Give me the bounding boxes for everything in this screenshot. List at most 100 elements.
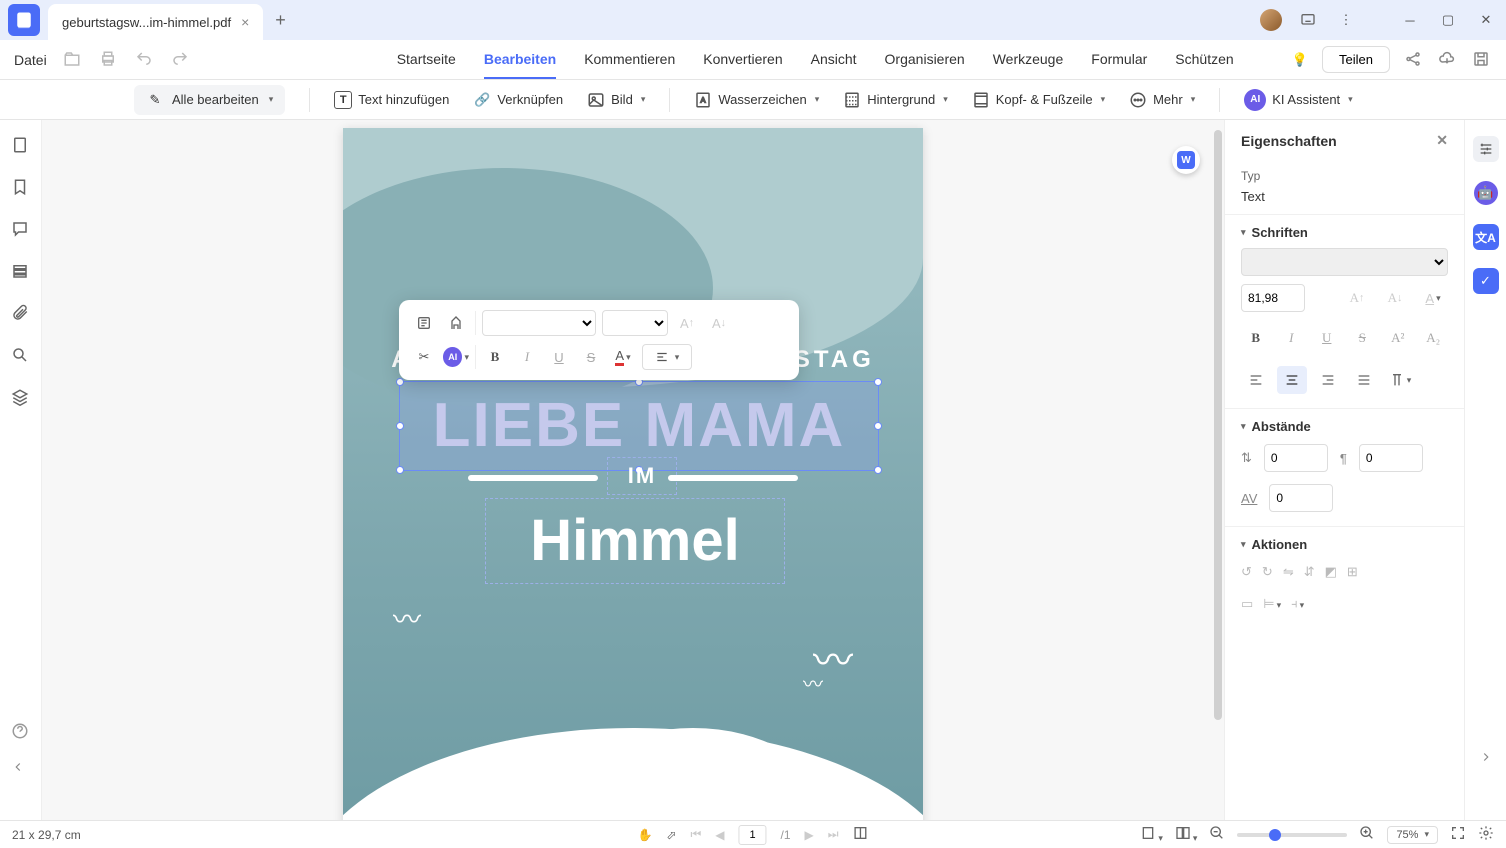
print-icon[interactable] bbox=[99, 50, 119, 70]
strikethrough-icon[interactable]: S bbox=[578, 344, 604, 370]
collapse-right-icon[interactable] bbox=[1473, 744, 1499, 770]
view-mode-icon[interactable]: ▾ bbox=[1175, 825, 1198, 844]
next-page-icon[interactable]: ▶ bbox=[805, 828, 814, 842]
underline-button[interactable]: U bbox=[1312, 324, 1342, 352]
header-footer-button[interactable]: Kopf- & Fußzeile▾ bbox=[972, 91, 1105, 109]
share-link-icon[interactable] bbox=[1404, 50, 1424, 70]
decrease-font-icon[interactable]: A↓ bbox=[706, 310, 732, 336]
edit-all-button[interactable]: ✎ Alle bearbeiten ▾ bbox=[134, 85, 285, 115]
open-icon[interactable] bbox=[63, 50, 83, 70]
font-size-select[interactable] bbox=[602, 310, 668, 336]
document-page[interactable]: 〰 〰 〰 ALLES GUTE ZUM GEBURTSTAG LIEBE MA… bbox=[343, 128, 923, 820]
reading-mode-icon[interactable] bbox=[853, 825, 869, 844]
align-center-button[interactable] bbox=[1277, 366, 1307, 394]
bold-icon[interactable]: B bbox=[482, 344, 508, 370]
align-obj-icon[interactable]: ⊨▾ bbox=[1263, 596, 1281, 612]
text-direction-button[interactable]: ▾ bbox=[1385, 366, 1415, 394]
properties-icon[interactable] bbox=[411, 310, 437, 336]
tab-organize[interactable]: Organisieren bbox=[885, 41, 965, 79]
properties-toggle-icon[interactable] bbox=[1473, 136, 1499, 162]
help-icon[interactable] bbox=[11, 722, 31, 742]
watermark-button[interactable]: A Wasserzeichen▾ bbox=[694, 91, 819, 109]
kebab-menu-icon[interactable]: ⋮ bbox=[1334, 8, 1358, 32]
tab-convert[interactable]: Konvertieren bbox=[703, 41, 782, 79]
zoom-select[interactable]: 75%▾ bbox=[1387, 826, 1438, 844]
background-button[interactable]: Hintergrund▾ bbox=[843, 91, 947, 109]
file-menu[interactable]: Datei bbox=[14, 52, 47, 68]
share-button[interactable]: Teilen bbox=[1322, 46, 1390, 73]
underline-icon[interactable]: U bbox=[546, 344, 572, 370]
word-export-badge[interactable]: W bbox=[1172, 146, 1200, 174]
cut-icon[interactable]: ✂ bbox=[411, 344, 437, 370]
resize-handle[interactable] bbox=[874, 378, 882, 386]
add-text-button[interactable]: T Text hinzufügen bbox=[334, 91, 449, 109]
resize-handle[interactable] bbox=[396, 422, 404, 430]
superscript-button[interactable]: A² bbox=[1383, 324, 1413, 352]
font-family-select[interactable] bbox=[482, 310, 596, 336]
tab-edit[interactable]: Bearbeiten bbox=[484, 41, 556, 79]
attachment-icon[interactable] bbox=[11, 304, 31, 324]
increase-font-icon[interactable]: A↑ bbox=[674, 310, 700, 336]
increase-font-icon[interactable]: A↑ bbox=[1342, 284, 1372, 312]
tab-form[interactable]: Formular bbox=[1091, 41, 1147, 79]
close-panel-icon[interactable]: ✕ bbox=[1436, 132, 1448, 149]
flip-h-icon[interactable]: ⇋ bbox=[1283, 564, 1294, 580]
layers-icon[interactable] bbox=[11, 262, 31, 282]
close-tab-icon[interactable]: × bbox=[241, 14, 249, 30]
translate-icon[interactable]: 文A bbox=[1473, 224, 1499, 250]
distribute-icon[interactable]: ⫞▾ bbox=[1291, 596, 1304, 612]
zoom-slider[interactable] bbox=[1237, 833, 1347, 837]
resize-handle[interactable] bbox=[874, 466, 882, 474]
highlight-icon[interactable]: A▾ bbox=[1418, 284, 1448, 312]
feedback-icon[interactable] bbox=[1296, 8, 1320, 32]
tab-tools[interactable]: Werkzeuge bbox=[993, 41, 1064, 79]
actions-section-header[interactable]: ▾Aktionen bbox=[1225, 527, 1464, 556]
align-left-button[interactable] bbox=[1241, 366, 1271, 394]
fullscreen-icon[interactable] bbox=[1450, 825, 1466, 844]
minimize-icon[interactable]: ─ bbox=[1398, 8, 1422, 32]
tab-home[interactable]: Startseite bbox=[397, 41, 456, 79]
bulb-icon[interactable]: 💡 bbox=[1292, 52, 1308, 68]
thumbnails-icon[interactable] bbox=[11, 136, 31, 156]
font-size-input[interactable] bbox=[1241, 284, 1305, 312]
bold-button[interactable]: B bbox=[1241, 324, 1271, 352]
tab-view[interactable]: Ansicht bbox=[811, 41, 857, 79]
ai-chat-icon[interactable]: 🤖 bbox=[1473, 180, 1499, 206]
undo-icon[interactable] bbox=[135, 50, 155, 70]
extract-icon[interactable]: ▭ bbox=[1241, 596, 1253, 612]
zoom-in-icon[interactable] bbox=[1359, 825, 1375, 844]
settings-icon[interactable] bbox=[1478, 825, 1494, 844]
font-family-select-panel[interactable] bbox=[1241, 248, 1448, 276]
link-button[interactable]: 🔗 Verknüpfen bbox=[473, 91, 563, 109]
subscript-button[interactable]: A₂ bbox=[1419, 324, 1449, 352]
fit-page-icon[interactable]: ▾ bbox=[1140, 825, 1163, 844]
comment-icon[interactable] bbox=[11, 220, 31, 240]
document-tab[interactable]: geburtstagsw...im-himmel.pdf × bbox=[48, 4, 263, 40]
zoom-out-icon[interactable] bbox=[1209, 825, 1225, 844]
save-icon[interactable] bbox=[1472, 50, 1492, 70]
paragraph-spacing-input[interactable] bbox=[1359, 444, 1423, 472]
resize-handle[interactable] bbox=[874, 422, 882, 430]
tab-comment[interactable]: Kommentieren bbox=[584, 41, 675, 79]
line-spacing-input[interactable] bbox=[1264, 444, 1328, 472]
vertical-scrollbar[interactable] bbox=[1214, 130, 1222, 720]
flip-v-icon[interactable]: ⇵ bbox=[1304, 564, 1315, 580]
stack-icon[interactable] bbox=[11, 388, 31, 408]
bookmark-icon[interactable] bbox=[11, 178, 31, 198]
crop-icon[interactable]: ◩ bbox=[1325, 564, 1337, 580]
align-right-button[interactable] bbox=[1313, 366, 1343, 394]
decrease-font-icon[interactable]: A↓ bbox=[1380, 284, 1410, 312]
align-select[interactable]: ▾ bbox=[642, 344, 692, 370]
redo-icon[interactable] bbox=[171, 50, 191, 70]
align-justify-button[interactable] bbox=[1349, 366, 1379, 394]
select-tool-icon[interactable]: ⬀ bbox=[666, 828, 676, 842]
resize-handle[interactable] bbox=[396, 466, 404, 474]
more-button[interactable]: Mehr▾ bbox=[1129, 91, 1195, 109]
style-icon[interactable] bbox=[443, 310, 469, 336]
rotate-right-icon[interactable]: ↻ bbox=[1262, 564, 1273, 580]
fonts-section-header[interactable]: ▾Schriften bbox=[1225, 215, 1464, 244]
ai-assistant-button[interactable]: AI KI Assistent▾ bbox=[1244, 89, 1352, 111]
image-button[interactable]: Bild▾ bbox=[587, 91, 645, 109]
add-tab-button[interactable]: + bbox=[275, 10, 286, 31]
maximize-icon[interactable]: ▢ bbox=[1436, 8, 1460, 32]
